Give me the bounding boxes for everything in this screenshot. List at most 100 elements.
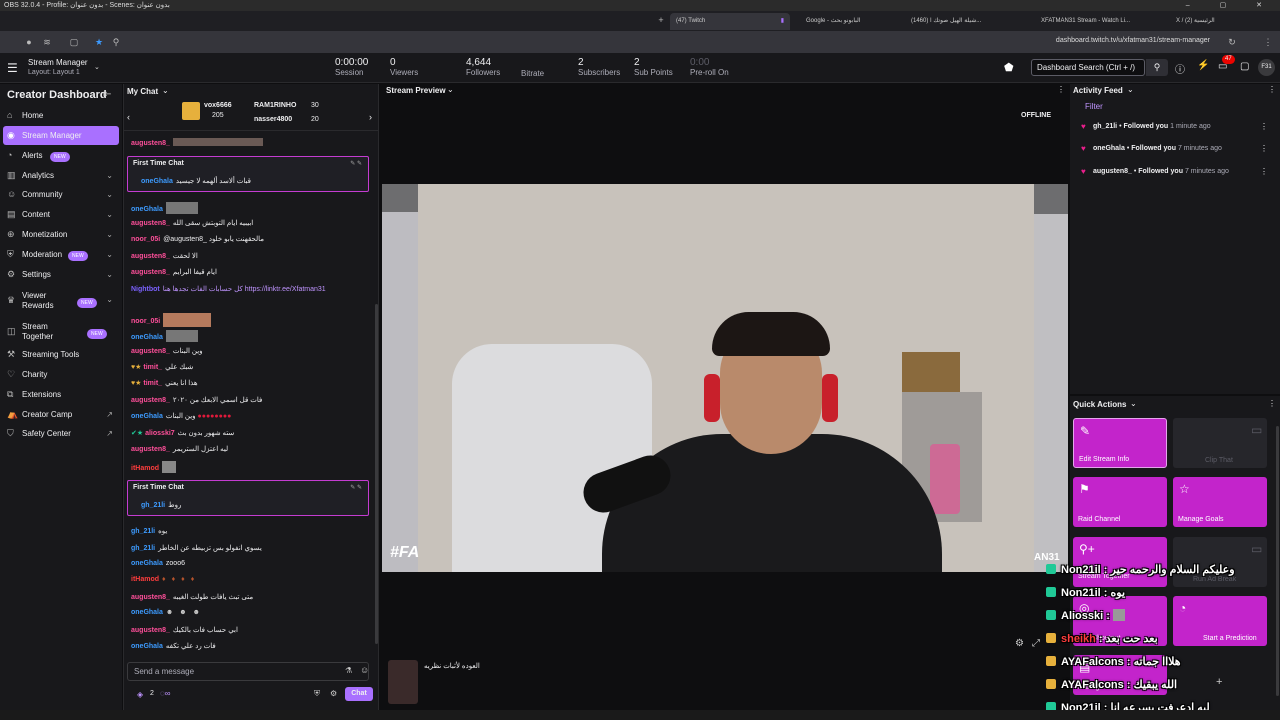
forward-icon[interactable]: ≋	[41, 36, 53, 48]
search-icon[interactable]: ⚲	[1146, 59, 1168, 76]
chat-username[interactable]: augusten8_	[131, 594, 170, 601]
activity-header[interactable]: Activity Feed	[1073, 86, 1123, 95]
filter-link[interactable]: Filter	[1085, 102, 1103, 111]
more-icon[interactable]: ⋮	[1057, 85, 1065, 94]
bits-icon[interactable]: ⬟	[1004, 61, 1014, 74]
chat-bubble-icon[interactable]: ▢	[1240, 61, 1249, 72]
sidebar-item-extensions[interactable]: ⧉ Extensions	[0, 385, 122, 404]
crown-icon[interactable]: ⚡	[1197, 60, 1209, 71]
sidebar-item-home[interactable]: ⌂ Home	[0, 106, 122, 125]
dashboard-search-input[interactable]: Dashboard Search (Ctrl + /)	[1031, 59, 1145, 76]
sidebar-item-viewer-rewards[interactable]: ♛ Viewer Rewards NEW ⌄	[0, 288, 122, 314]
reload-icon[interactable]: ↻	[1226, 36, 1238, 48]
sidebar-item-stream-together[interactable]: ◫ Stream Together NEW	[0, 319, 122, 345]
fullscreen-icon[interactable]: ⤢	[1032, 638, 1040, 649]
key-icon[interactable]: ⚲	[110, 36, 122, 48]
shield-icon[interactable]: ⛨	[314, 689, 320, 699]
sidebar-item-analytics[interactable]: ▥ Analytics ⌄	[0, 166, 122, 185]
chevron-down-icon[interactable]: ⌄	[1130, 399, 1137, 408]
start-prediction-button[interactable]: ◔ Start a Prediction	[1173, 596, 1267, 646]
chat-username[interactable]: augusten8_	[131, 140, 170, 147]
chat-username[interactable]: augusten8_	[131, 269, 170, 276]
new-tab-icon[interactable]: +	[655, 14, 667, 26]
chat-username[interactable]: Nightbot	[131, 286, 160, 293]
browser-tab-google[interactable]: Google - البابونو بحث	[800, 13, 900, 30]
avatar[interactable]: F31	[1258, 59, 1275, 76]
layout-label[interactable]: Layout: Layout 1	[28, 69, 80, 76]
clip-that-button[interactable]: ▭ Clip That	[1173, 418, 1267, 468]
chat-username[interactable]: oneGhala	[131, 643, 163, 650]
pin-icon[interactable]: ✎ ✎	[350, 484, 362, 491]
chat-send-button[interactable]: Chat	[345, 687, 373, 701]
chat-username[interactable]: augusten8_	[131, 397, 170, 404]
chevron-down-icon[interactable]: ⌄	[162, 86, 169, 95]
browser-tab-x[interactable]: X / الرئيسية (2)	[1170, 13, 1260, 30]
sidebar-item-stream-manager[interactable]: ◉ Stream Manager	[3, 126, 119, 145]
bits-icon[interactable]: ⚗	[345, 666, 352, 675]
run-ad-button[interactable]: ▭ Run Ad Break	[1173, 537, 1267, 587]
sidebar-item-community[interactable]: ☺ Community ⌄	[0, 185, 122, 204]
browser-tab-youtube[interactable]: (1460) شيلة الهيل صوتك ا...	[905, 13, 1025, 30]
chevron-down-icon[interactable]: ⌄	[94, 63, 100, 71]
chat-username[interactable]: oneGhala	[131, 560, 163, 567]
chat-username[interactable]: augusten8_	[131, 627, 170, 634]
gear-icon[interactable]: ⚙	[1015, 638, 1024, 649]
channel-points-icon[interactable]: ◈	[137, 690, 143, 699]
gear-icon[interactable]: ⚙	[330, 689, 337, 698]
chat-username[interactable]: oneGhala	[131, 206, 163, 213]
sidebar-item-safety-center[interactable]: ⛉ Safety Center ↗	[0, 424, 122, 443]
star-icon[interactable]: ★	[93, 36, 105, 48]
activity-item[interactable]: gh_21li • Followed you 1 minute ago	[1093, 123, 1211, 130]
chat-username[interactable]: augusten8_	[131, 253, 170, 260]
menu-icon[interactable]: ⋮	[1262, 36, 1274, 48]
more-icon[interactable]: ⋮	[1268, 399, 1276, 408]
pin-icon[interactable]: ✎ ✎	[350, 160, 362, 167]
sidebar-item-content[interactable]: ▤ Content ⌄	[0, 205, 122, 224]
sidebar-item-creator-camp[interactable]: ⛺ Creator Camp ↗	[0, 405, 122, 424]
collapse-icon[interactable]: ⇤	[103, 89, 111, 100]
chat-username[interactable]: oneGhala	[131, 413, 163, 420]
raid-channel-button[interactable]: ⚑ Raid Channel	[1073, 477, 1167, 527]
preview-header[interactable]: Stream Preview	[386, 86, 446, 95]
sidebar-item-alerts[interactable]: ◔ Alerts NEW	[0, 146, 122, 165]
stream-together-button[interactable]: ⚲+ Stream Together	[1073, 537, 1167, 587]
quick-actions-header[interactable]: Quick Actions	[1073, 400, 1127, 409]
chat-username[interactable]: aliosski7	[145, 430, 175, 437]
tabs-icon[interactable]: ▢	[68, 36, 80, 48]
chat-username[interactable]: augusten8_	[131, 446, 170, 453]
chat-username[interactable]: noor_05i	[131, 318, 160, 325]
edit-stream-info-button[interactable]: ✎ Edit Stream Info	[1073, 418, 1167, 468]
more-icon[interactable]: ⋮	[1260, 144, 1268, 153]
sidebar-item-monetization[interactable]: ⊕ Monetization ⌄	[0, 225, 122, 244]
more-icon[interactable]: ⋮	[1260, 167, 1268, 176]
chevron-down-icon[interactable]: ⌄	[1127, 85, 1134, 94]
sidebar-item-moderation[interactable]: ⛨ Moderation NEW ⌄	[0, 245, 122, 264]
emote-picker-icon[interactable]: ☺	[360, 665, 369, 675]
chat-username[interactable]: gh_21li	[131, 545, 155, 552]
sidebar-item-charity[interactable]: ♡ Charity	[0, 365, 122, 384]
sidebar-item-streaming-tools[interactable]: ⚒ Streaming Tools	[0, 345, 122, 364]
chat-username[interactable]: gh_21li	[131, 528, 155, 535]
chevron-down-icon[interactable]: ⌄	[447, 85, 454, 94]
hamburger-icon[interactable]: ☰	[7, 61, 18, 75]
window-controls[interactable]: – ▢ ✕	[1186, 0, 1276, 11]
more-icon[interactable]: ⋮	[1268, 85, 1276, 94]
chevron-right-icon[interactable]: ›	[369, 112, 372, 122]
url-text[interactable]: dashboard.twitch.tv/u/xfatman31/stream-m…	[1056, 37, 1210, 44]
activity-item[interactable]: oneGhala • Followed you 7 minutes ago	[1093, 145, 1222, 152]
chat-input[interactable]: Send a message	[127, 662, 369, 681]
more-icon[interactable]: ⋮	[1260, 122, 1268, 131]
chat-username[interactable]: itHamod	[131, 576, 159, 583]
chat-username[interactable]: augusten8_	[131, 348, 170, 355]
chevron-left-icon[interactable]: ‹	[127, 112, 130, 122]
chat-username[interactable]: oneGhala	[131, 609, 163, 616]
add-icon[interactable]: +	[1216, 676, 1222, 688]
help-icon[interactable]: ⓘ	[1175, 61, 1185, 76]
sidebar-item-settings[interactable]: ⚙ Settings ⌄	[0, 265, 122, 284]
chat-username[interactable]: gh_21li	[141, 502, 165, 509]
browser-tab-twitch[interactable]: (47) Twitch ▮	[670, 13, 790, 30]
chat-username[interactable]: augusten8_	[131, 220, 170, 227]
chat-username[interactable]: itHamod	[131, 465, 159, 472]
chat-scrollbar[interactable]	[375, 304, 378, 644]
back-icon[interactable]: ●	[23, 36, 35, 48]
